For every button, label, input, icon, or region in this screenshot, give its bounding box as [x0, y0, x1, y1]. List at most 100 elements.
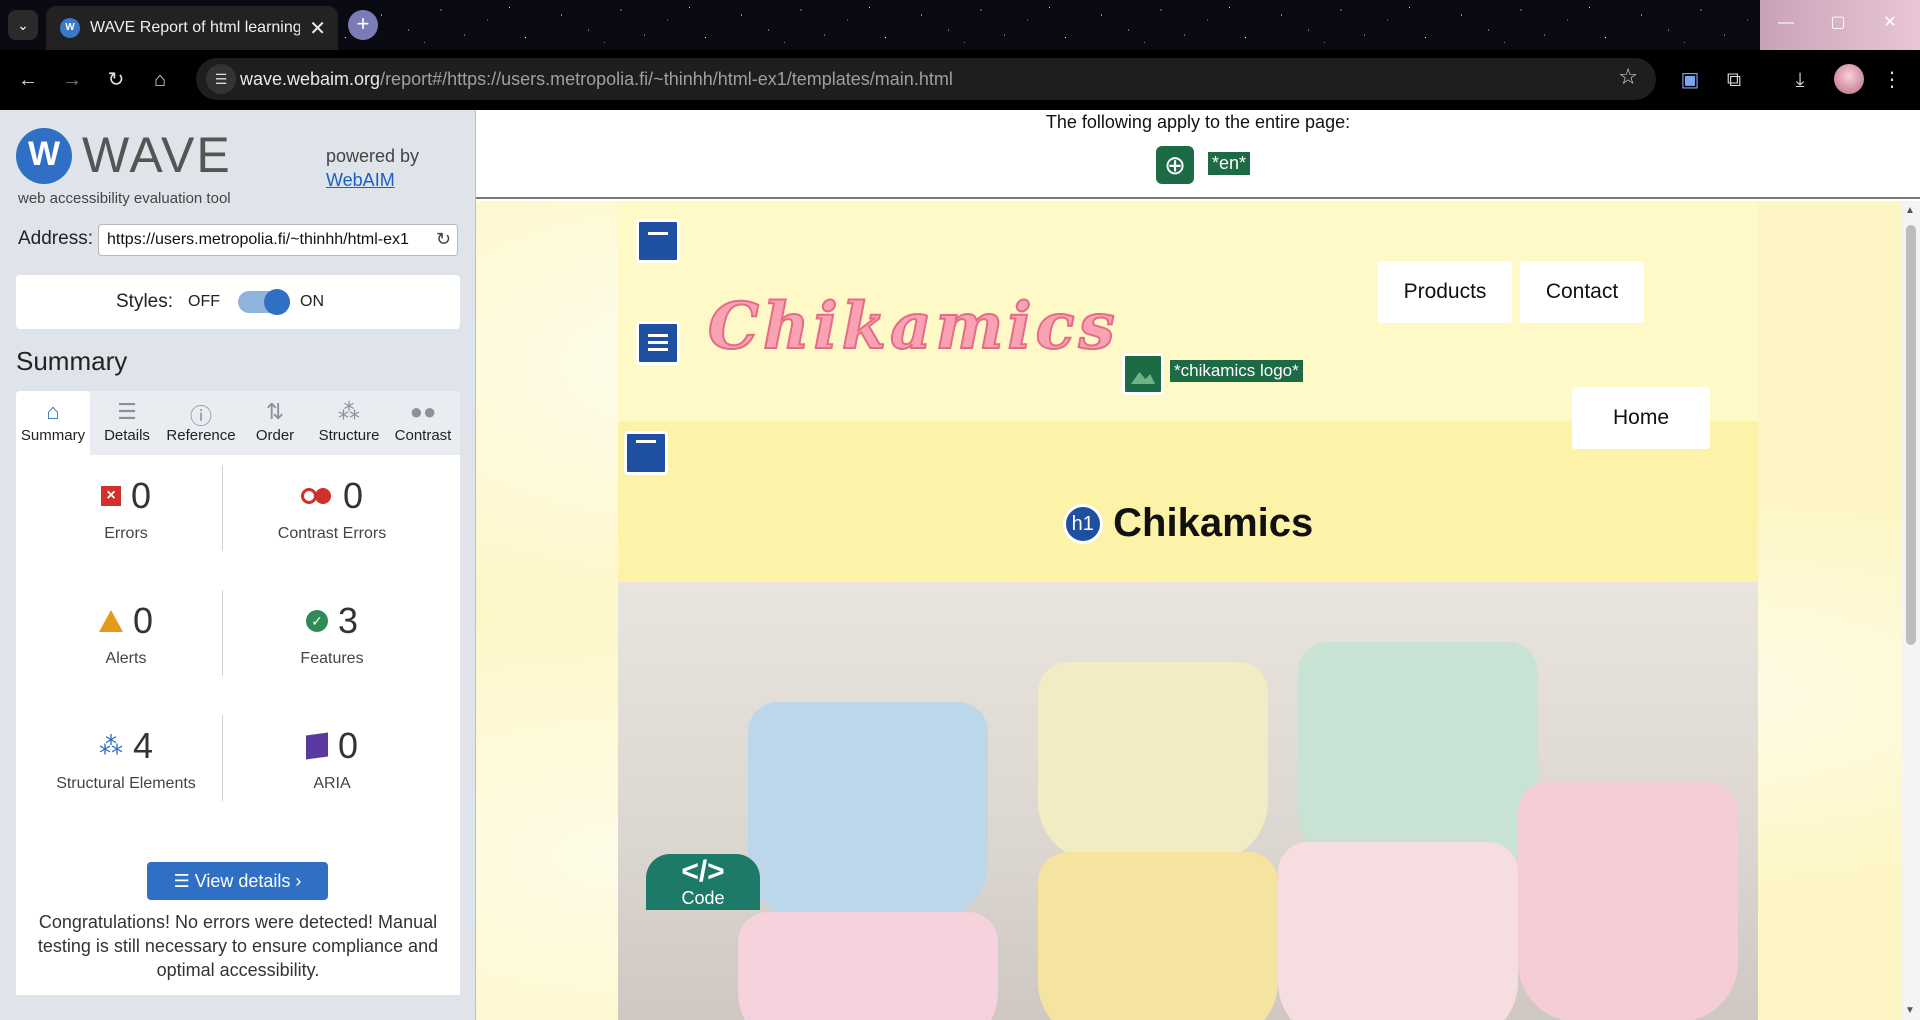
mug-mint: [1298, 642, 1538, 872]
styles-toggle-panel: Styles: OFF ON: [16, 275, 460, 329]
site-info-icon[interactable]: ☰: [206, 64, 236, 94]
tab-order[interactable]: ⇅ Order: [238, 391, 312, 455]
tab-search-button[interactable]: ⌄: [8, 10, 38, 40]
powered-by-label: powered by: [326, 146, 420, 166]
bookmark-star-icon[interactable]: ☆: [1618, 64, 1638, 90]
contrast-error-icon: [300, 488, 333, 504]
alerts-label: Alerts: [105, 650, 147, 667]
window-controls: — ▢ ✕: [1760, 0, 1920, 50]
wave-title: WAVE: [82, 127, 232, 183]
tab-details[interactable]: ☰ Details: [90, 391, 164, 455]
aria-count: 0: [337, 725, 359, 766]
nav-home-link[interactable]: Home: [1572, 387, 1710, 449]
minimize-icon[interactable]: —: [1760, 0, 1812, 50]
tab-label: Reference: [166, 427, 236, 444]
navigation-region-icon[interactable]: [636, 321, 680, 365]
wave-tagline: web accessibility evaluation tool: [18, 190, 231, 207]
wave-logo-icon: W: [16, 128, 72, 184]
alert-icon: [98, 610, 123, 632]
wave-sidebar: W WAVE web accessibility evaluation tool…: [0, 110, 476, 1020]
main-region-icon[interactable]: [624, 431, 668, 475]
tab-close-icon[interactable]: ✕: [309, 16, 326, 41]
page-content-column: Chikamics *chikamics logo* Products Cont…: [618, 201, 1758, 1020]
tab-label: Contrast: [394, 427, 452, 444]
code-label: Code: [681, 888, 725, 908]
maximize-icon[interactable]: ▢: [1812, 0, 1864, 50]
reload-icon[interactable]: ↻: [100, 64, 132, 96]
address-value: https://users.metropolia.fi/~thinhh/html…: [107, 231, 409, 248]
tab-label: Structure: [318, 427, 380, 444]
language-globe-icon[interactable]: ⊕: [1156, 146, 1194, 184]
nav-contact-link[interactable]: Contact: [1520, 261, 1644, 323]
error-icon: ×: [100, 486, 121, 506]
scrollbar-thumb[interactable]: [1906, 225, 1916, 645]
browser-tab-strip: ⌄ W WAVE Report of html learning ✕ + — ▢ ✕: [0, 0, 1920, 50]
aria-stat[interactable]: 0 ARIA: [232, 705, 432, 805]
home-icon[interactable]: ⌂: [144, 64, 176, 96]
tab-structure[interactable]: ⁂ Structure: [312, 391, 386, 455]
screen-capture-extension-icon[interactable]: ▣: [1674, 64, 1706, 96]
styles-toggle-switch[interactable]: [238, 289, 290, 315]
tab-contrast[interactable]: ●● Contrast: [386, 391, 460, 455]
list-icon: ☰: [117, 399, 137, 424]
mug-blue: [748, 702, 988, 922]
structural-count: 4: [132, 725, 154, 766]
heading-row: h1 Chikamics: [618, 501, 1758, 546]
code-panel-toggle[interactable]: </> Code: [646, 854, 760, 910]
webaim-link[interactable]: WebAIM: [326, 170, 395, 191]
header-region-icon[interactable]: [636, 219, 680, 263]
tab-summary[interactable]: ⌂ Summary: [16, 391, 90, 455]
address-input[interactable]: https://users.metropolia.fi/~thinhh/html…: [98, 224, 458, 256]
address-bar-url[interactable]: wave.webaim.org/report#/https://users.me…: [240, 69, 953, 90]
image-alt-icon[interactable]: [1122, 353, 1164, 395]
tab-reference[interactable]: ⓘ Reference: [164, 391, 238, 455]
order-icon: ⇅: [265, 399, 285, 424]
profile-avatar[interactable]: [1834, 64, 1864, 94]
page-scrollbar[interactable]: ▲ ▼: [1902, 201, 1920, 1020]
contrast-errors-label: Contrast Errors: [277, 525, 387, 542]
refresh-icon[interactable]: ↻: [436, 229, 451, 250]
congratulations-message: Congratulations! No errors were detected…: [37, 912, 439, 980]
features-count: 3: [337, 600, 359, 641]
contrast-errors-stat[interactable]: 0 Contrast Errors: [232, 455, 432, 555]
browser-menu-icon[interactable]: ⋮: [1876, 64, 1908, 96]
chevron-down-icon: ⌄: [17, 17, 29, 33]
address-bar[interactable]: ☰ wave.webaim.org/report#/https://users.…: [196, 58, 1656, 100]
styles-label: Styles:: [116, 291, 174, 312]
download-icon[interactable]: ⤓: [1784, 64, 1816, 96]
report-tabs: ⌂ Summary ☰ Details ⓘ Reference ⇅ Order ⁂ Str…: [16, 391, 460, 455]
url-host: wave.webaim.org: [240, 69, 381, 89]
home-icon: ⌂: [46, 399, 60, 424]
language-label: *en*: [1208, 152, 1251, 175]
features-stat[interactable]: ✓ 3 Features: [232, 580, 432, 680]
scroll-down-icon[interactable]: ▼: [1905, 1005, 1915, 1016]
contrast-icon: ●●: [409, 399, 437, 424]
forward-icon[interactable]: →: [56, 64, 88, 96]
back-icon[interactable]: ←: [12, 64, 44, 96]
features-label: Features: [300, 650, 364, 667]
address-label: Address:: [18, 228, 93, 249]
chikamics-logo: Chikamics: [707, 288, 1119, 365]
tab-label: Order: [255, 427, 295, 444]
tab-title: WAVE Report of html learning: [90, 19, 300, 36]
toggle-knob: [264, 289, 290, 315]
h1-icon[interactable]: h1: [1062, 503, 1103, 544]
alerts-stat[interactable]: 0 Alerts: [26, 580, 226, 680]
errors-stat[interactable]: × 0 Errors: [26, 455, 226, 555]
browser-tab[interactable]: W WAVE Report of html learning ✕: [46, 6, 338, 50]
view-details-button[interactable]: ☰ View details ›: [147, 862, 328, 900]
new-tab-button[interactable]: +: [348, 10, 378, 40]
errors-label: Errors: [104, 525, 148, 542]
info-icon: ⓘ: [189, 404, 212, 429]
url-path: /report#/https://users.metropolia.fi/~th…: [380, 69, 953, 89]
close-window-icon[interactable]: ✕: [1864, 0, 1916, 50]
mug-yellow: [1038, 852, 1278, 1020]
extensions-puzzle-icon[interactable]: ⧉: [1718, 64, 1750, 96]
mug-cream: [1038, 662, 1268, 862]
page-heading: Chikamics: [1113, 501, 1314, 545]
scroll-up-icon[interactable]: ▲: [1905, 205, 1915, 216]
structural-elements-stat[interactable]: ⁂ 4 Structural Elements: [26, 705, 226, 805]
structure-icon: ⁂: [98, 732, 123, 760]
structure-icon: ⁂: [338, 399, 360, 424]
nav-products-link[interactable]: Products: [1378, 261, 1512, 323]
